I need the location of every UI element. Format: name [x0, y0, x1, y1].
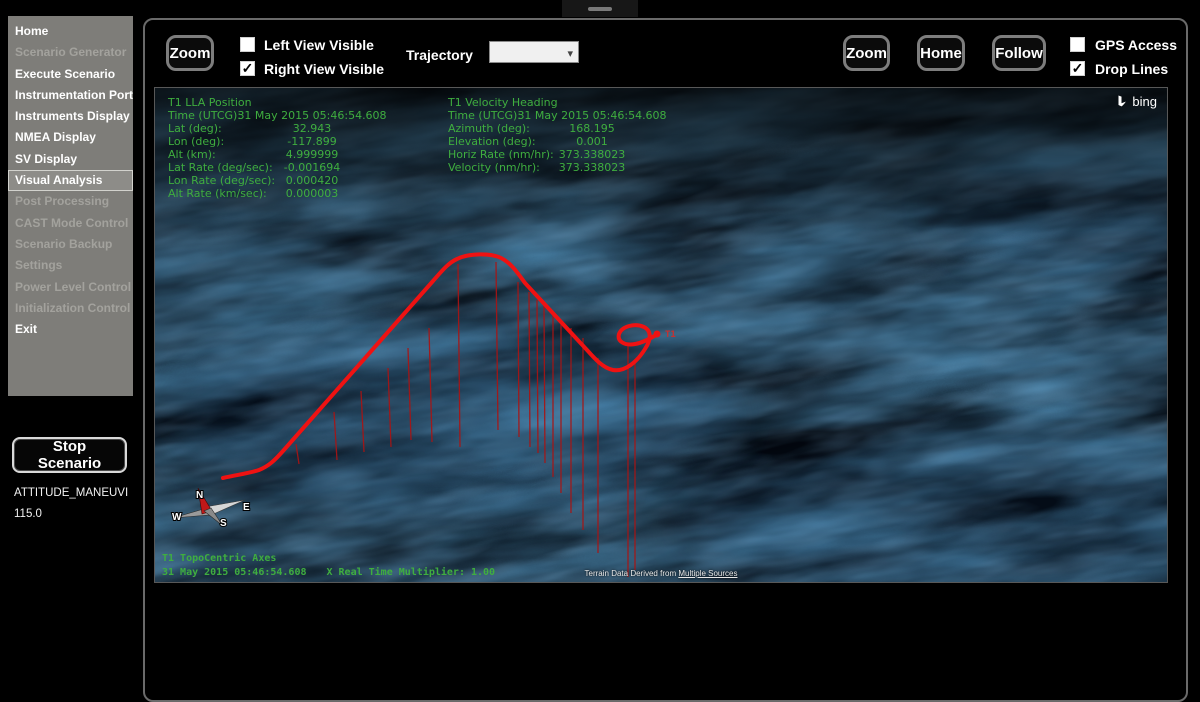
sidebar-item-sv-display[interactable]: SV Display [8, 149, 133, 170]
stop-scenario-button[interactable]: Stop Scenario [12, 437, 127, 473]
grip-handle-icon [588, 7, 612, 11]
sidebar-item-initialization-control: Initialization Control [8, 298, 133, 319]
target-position-marker [654, 331, 661, 338]
left-view-visible-checkbox[interactable] [240, 37, 255, 52]
visual-analysis-panel: Zoom Left View Visible Right View Visibl… [143, 18, 1188, 702]
compass-s-label: S [220, 518, 227, 529]
sidebar-item-instrumentation-port[interactable]: Instrumentation Port [8, 85, 133, 106]
sidebar-item-visual-analysis[interactable]: Visual Analysis [8, 170, 133, 191]
map-3d-viewport[interactable]: T1 N E W S T1 LLA Position Time (UTCG):3… [154, 87, 1168, 583]
trajectory-select[interactable]: ▾ [489, 41, 579, 63]
home-button[interactable]: Home [917, 35, 965, 71]
zoom-right-button[interactable]: Zoom [843, 35, 890, 71]
drop-lines [296, 262, 635, 577]
scenario-name-label: ATTITUDE_MANEUVI [14, 487, 128, 499]
compass-rose: N E W S [172, 488, 250, 529]
multiple-sources-link[interactable]: Multiple Sources [678, 569, 737, 578]
scenario-value-label: 115.0 [14, 508, 42, 520]
gps-access-label: GPS Access [1095, 37, 1177, 53]
compass-n-label: N [196, 490, 203, 501]
compass-e-label: E [243, 502, 250, 513]
velocity-title: T1 Velocity Heading [448, 96, 558, 109]
target-label: T1 [665, 330, 676, 340]
zoom-left-button[interactable]: Zoom [166, 35, 214, 71]
chevron-down-icon: ▾ [567, 44, 573, 64]
sidebar-item-scenario-generator: Scenario Generator [8, 42, 133, 63]
sidebar-item-instruments-display[interactable]: Instruments Display [8, 106, 133, 127]
sidebar-item-settings: Settings [8, 255, 133, 276]
lla-position-hud: T1 LLA Position Time (UTCG):31 May 2015 … [168, 96, 275, 200]
left-view-visible-label: Left View Visible [264, 37, 374, 53]
drop-lines-label: Drop Lines [1095, 61, 1168, 77]
trajectory-line [223, 254, 656, 478]
drop-lines-checkbox[interactable] [1070, 61, 1085, 76]
window-drag-grip[interactable] [562, 0, 638, 17]
sidebar-menu: Home Scenario Generator Execute Scenario… [8, 16, 133, 396]
sidebar-item-power-level-control: Power Level Control [8, 277, 133, 298]
sidebar-item-scenario-backup: Scenario Backup [8, 234, 133, 255]
gps-access-checkbox[interactable] [1070, 37, 1085, 52]
sidebar-item-cast-mode-control: CAST Mode Control [8, 213, 133, 234]
bing-logo: bing [1117, 94, 1157, 109]
right-view-visible-checkbox[interactable] [240, 61, 255, 76]
compass-w-label: W [172, 512, 182, 523]
velocity-heading-hud: T1 Velocity Heading Time (UTCG):31 May 2… [448, 96, 558, 174]
trajectory-label: Trajectory [406, 47, 473, 63]
sidebar-item-execute-scenario[interactable]: Execute Scenario [8, 64, 133, 85]
sidebar-item-home[interactable]: Home [8, 21, 133, 42]
sidebar-item-nmea-display[interactable]: NMEA Display [8, 127, 133, 148]
terrain-attribution: Terrain Data Derived from Multiple Sourc… [155, 569, 1167, 578]
axes-status-label: T1 TopoCentric Axes [162, 553, 276, 564]
right-view-visible-label: Right View Visible [264, 61, 384, 77]
bing-icon [1117, 95, 1129, 109]
follow-button[interactable]: Follow [992, 35, 1046, 71]
sidebar-item-exit[interactable]: Exit [8, 319, 133, 340]
sidebar-item-post-processing: Post Processing [8, 191, 133, 212]
lla-title: T1 LLA Position [168, 96, 275, 109]
